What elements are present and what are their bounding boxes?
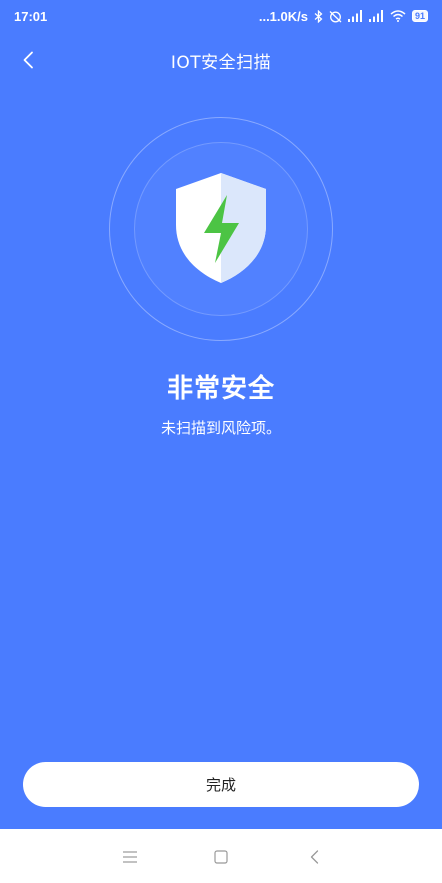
back-button[interactable] [14,46,42,74]
signal-icon-1 [347,10,363,22]
shield-bolt-icon [176,173,266,283]
alarm-off-icon [329,10,342,23]
status-icons: ...1.0K/s 91 [259,9,428,24]
signal-icon-2 [368,10,384,22]
network-speed: ...1.0K/s [258,8,308,24]
wifi-icon [390,10,406,22]
menu-icon [123,851,137,863]
battery-indicator: 91 [411,10,428,22]
header: IOT安全扫描 [0,40,442,80]
back-arrow-icon [310,850,318,864]
chevron-left-icon [23,51,33,69]
nav-back-button[interactable] [303,846,325,868]
done-button[interactable]: 完成 [23,762,419,807]
nav-menu-button[interactable] [119,846,141,868]
status-time: 17:01 [14,8,48,24]
navigation-bar [0,829,442,883]
result-title: 非常安全 [166,374,275,404]
nav-home-button[interactable] [210,846,232,868]
bluetooth-icon [314,9,323,23]
home-square-icon [214,850,228,864]
result-subtitle: 未扫描到风险项。 [160,419,281,437]
status-bar: 17:01 ...1.0K/s 91 [0,0,442,32]
page-title: IOT安全扫描 [170,52,272,73]
screen: 17:01 ...1.0K/s 91 IOT安全扫描 非常安全 未扫描到风险项。… [0,0,442,883]
